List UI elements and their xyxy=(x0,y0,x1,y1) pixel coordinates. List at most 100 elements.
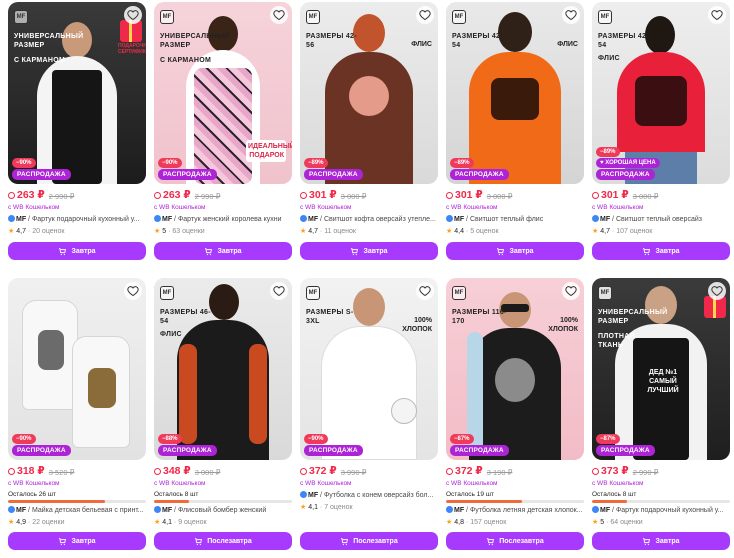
brand-logo: MF xyxy=(306,10,320,24)
current-price: 301 ₽ xyxy=(446,189,483,201)
product-card[interactable]: MF РАЗМЕРЫ 42-56 ФЛИС −89% РАСПРОДАЖА 30… xyxy=(300,2,438,260)
product-card[interactable]: MF УНИВЕРСАЛЬНЫЙ РАЗМЕР С КАРМАНОМ ПОДАР… xyxy=(8,2,146,260)
product-title[interactable]: MF / Футболка летняя детская хлопок... xyxy=(446,506,584,515)
rating: ★ 4,9 · 22 оценки xyxy=(8,519,65,526)
product-card[interactable]: MF РАЗМЕРЫ 42-54 ФЛИС −89% РАСПРОДАЖА 30… xyxy=(446,2,584,260)
wallet-icon xyxy=(446,191,453,199)
wallet-icon xyxy=(592,467,599,475)
cart-icon xyxy=(643,537,651,545)
current-price: 372 ₽ xyxy=(300,465,337,477)
product-photo[interactable]: MF РАЗМЕРЫ 46-54 ФЛИС −88% РАСПРОДАЖА xyxy=(154,278,292,460)
wallet-note: с WB Кошельком xyxy=(592,480,644,487)
favorite-heart-icon[interactable] xyxy=(416,6,434,24)
sale-badge: РАСПРОДАЖА xyxy=(596,169,655,180)
favorite-heart-icon[interactable] xyxy=(124,6,142,24)
favorite-heart-icon[interactable] xyxy=(562,6,580,24)
rating: ★ 5 · 63 оценки xyxy=(154,228,205,235)
product-card[interactable]: MF РАЗМЕРЫ 116-170 100% ХЛОПОК −87% РАСП… xyxy=(446,278,584,550)
stock-bar-fill xyxy=(154,500,189,503)
old-price: 2 990 ₽ xyxy=(194,191,221,201)
add-to-cart-button[interactable]: Завтра xyxy=(8,532,146,550)
brand-name: MF xyxy=(600,216,611,223)
add-to-cart-button[interactable]: Послезавтра xyxy=(154,532,292,550)
product-card[interactable]: −90% РАСПРОДАЖА 318 ₽ 3 520 ₽ с WB Кошел… xyxy=(8,278,146,550)
brand-logo: MF xyxy=(598,286,612,300)
favorite-heart-icon[interactable] xyxy=(708,282,726,300)
wallet-icon xyxy=(300,467,307,475)
size-tag: РАЗМЕРЫ 42-56 xyxy=(306,33,357,49)
verified-icon xyxy=(446,215,453,222)
wallet-note: с WB Кошельком xyxy=(592,204,644,211)
product-photo[interactable]: MF РАЗМЕРЫ 116-170 100% ХЛОПОК −87% РАСП… xyxy=(446,278,584,460)
add-to-cart-button[interactable]: Завтра xyxy=(8,242,146,260)
product-title[interactable]: MF / Фартук женский королева кухни xyxy=(154,215,292,224)
product-photo[interactable]: MF РАЗМЕРЫ S-3XL 100% ХЛОПОК −90% РАСПРО… xyxy=(300,278,438,460)
product-card[interactable]: MF РАЗМЕРЫ 46-54 ФЛИС −88% РАСПРОДАЖА 34… xyxy=(154,278,292,550)
wallet-note: с WB Кошельком xyxy=(154,480,206,487)
stock-bar xyxy=(154,500,292,503)
feature-tag: ФЛИС xyxy=(598,55,620,62)
star-icon: ★ xyxy=(300,504,307,511)
old-price: 3 190 ₽ xyxy=(486,467,513,477)
add-to-cart-button[interactable]: Завтра xyxy=(300,242,438,260)
size-tag: УНИВЕРСАЛЬНЫЙ РАЗМЕР xyxy=(160,33,230,49)
favorite-heart-icon[interactable] xyxy=(270,282,288,300)
stock-bar-fill xyxy=(8,500,105,503)
favorite-heart-icon[interactable] xyxy=(416,282,434,300)
product-title[interactable]: MF / Фартук подарочный кухонный у... xyxy=(592,506,730,515)
old-price: 3 000 ₽ xyxy=(486,191,513,201)
product-card[interactable]: MF УНИВЕРСАЛЬНЫЙ РАЗМЕР ПЛОТНАЯ ТКАНЬ ДЕ… xyxy=(592,278,730,550)
wallet-icon xyxy=(154,191,161,199)
add-to-cart-button[interactable]: Завтра xyxy=(592,242,730,260)
product-photo[interactable]: MF РАЗМЕРЫ 42-56 ФЛИС −89% РАСПРОДАЖА xyxy=(300,2,438,184)
size-tag: УНИВЕРСАЛЬНЫЙ РАЗМЕР xyxy=(598,309,668,325)
cart-icon xyxy=(59,537,67,545)
product-photo[interactable]: MF УНИВЕРСАЛЬНЫЙ РАЗМЕР С КАРМАНОМ ИДЕАЛ… xyxy=(154,2,292,184)
wallet-note: с WB Кошельком xyxy=(300,480,352,487)
product-title[interactable]: MF / Флисовый бомбер женский xyxy=(154,506,292,515)
brand-name: MF xyxy=(162,216,173,223)
discount-badge: −90% xyxy=(304,434,328,444)
favorite-heart-icon[interactable] xyxy=(270,6,288,24)
rating: ★ 4,7 · 11 оценок xyxy=(300,228,356,235)
product-photo[interactable]: MF РАЗМЕРЫ 42-54 ФЛИС −89% ♥ ХОРОШАЯ ЦЕН… xyxy=(592,2,730,184)
product-title[interactable]: MF / Фартук подарочный кухонный у... xyxy=(8,215,146,224)
star-icon: ★ xyxy=(592,519,599,526)
feature-tag: ФЛИС xyxy=(411,41,432,48)
product-photo[interactable]: MF УНИВЕРСАЛЬНЫЙ РАЗМЕР С КАРМАНОМ ПОДАР… xyxy=(8,2,146,184)
product-photo[interactable]: MF РАЗМЕРЫ 42-54 ФЛИС −89% РАСПРОДАЖА xyxy=(446,2,584,184)
favorite-heart-icon[interactable] xyxy=(562,282,580,300)
product-title[interactable]: MF / Свитшот кофта оверсайз утепле... xyxy=(300,215,438,224)
add-to-cart-button[interactable]: Завтра xyxy=(446,242,584,260)
add-to-cart-button[interactable]: Завтра xyxy=(592,532,730,550)
cart-icon xyxy=(487,537,495,545)
add-to-cart-button[interactable]: Завтра xyxy=(154,242,292,260)
old-price: 2 990 ₽ xyxy=(632,467,659,477)
star-icon: ★ xyxy=(446,228,453,235)
product-photo[interactable]: −90% РАСПРОДАЖА xyxy=(8,278,146,460)
brand-logo: MF xyxy=(14,10,28,24)
favorite-heart-icon[interactable] xyxy=(708,6,726,24)
product-title[interactable]: MF / Футболка с конем оверсайз бол... xyxy=(300,491,438,500)
product-photo[interactable]: MF УНИВЕРСАЛЬНЫЙ РАЗМЕР ПЛОТНАЯ ТКАНЬ ДЕ… xyxy=(592,278,730,460)
favorite-heart-icon[interactable] xyxy=(124,282,142,300)
add-to-cart-button[interactable]: Послезавтра xyxy=(300,532,438,550)
wallet-icon xyxy=(592,191,599,199)
wallet-icon xyxy=(446,467,453,475)
product-card[interactable]: MF РАЗМЕРЫ S-3XL 100% ХЛОПОК −90% РАСПРО… xyxy=(300,278,438,550)
sale-badge: РАСПРОДАЖА xyxy=(12,169,71,180)
sale-badge: РАСПРОДАЖА xyxy=(12,445,71,456)
cart-icon xyxy=(205,247,213,255)
star-icon: ★ xyxy=(8,228,15,235)
wallet-note: с WB Кошельком xyxy=(154,204,206,211)
verified-icon xyxy=(8,215,15,222)
product-title[interactable]: MF / Свитшот теплый оверсайз xyxy=(592,215,730,224)
product-card[interactable]: MF УНИВЕРСАЛЬНЫЙ РАЗМЕР С КАРМАНОМ ИДЕАЛ… xyxy=(154,2,292,260)
rating: ★ 4,1 · 7 оценок xyxy=(300,504,353,511)
stock-remaining: Осталось 19 шт xyxy=(446,491,494,498)
product-card[interactable]: MF РАЗМЕРЫ 42-54 ФЛИС −89% ♥ ХОРОШАЯ ЦЕН… xyxy=(592,2,730,260)
current-price: 263 ₽ xyxy=(154,189,191,201)
product-title[interactable]: MF / Майка детская бельевая с принт... xyxy=(8,506,146,515)
add-to-cart-button[interactable]: Послезавтра xyxy=(446,532,584,550)
product-title[interactable]: MF / Свитшот теплый флис xyxy=(446,215,584,224)
